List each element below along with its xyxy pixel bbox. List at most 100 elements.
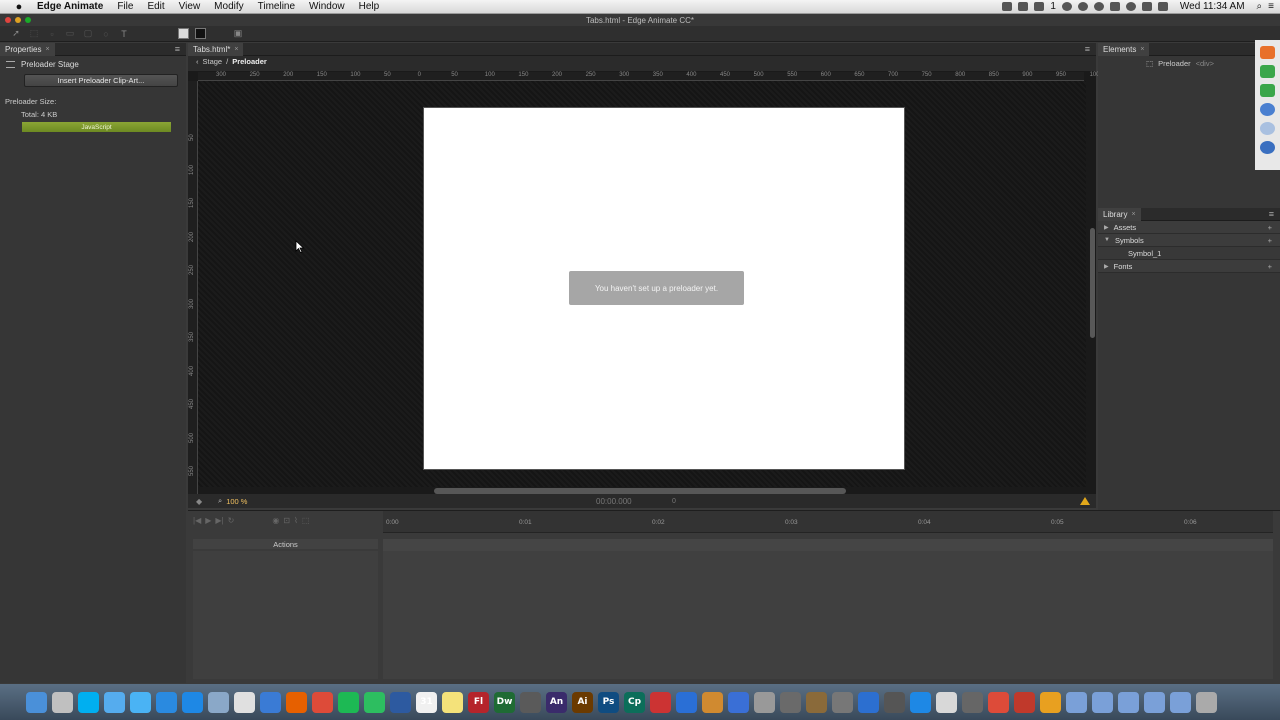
- library-section-fonts[interactable]: ▶ Fonts +: [1098, 260, 1280, 273]
- transform-tool-icon[interactable]: ⬚: [28, 28, 40, 39]
- add-icon[interactable]: +: [1268, 262, 1272, 271]
- background-color-swatch[interactable]: [178, 28, 189, 39]
- dock-sync-icon[interactable]: [260, 691, 281, 713]
- warning-icon[interactable]: [1080, 497, 1090, 505]
- volume-icon[interactable]: [1141, 2, 1152, 11]
- settings-icon[interactable]: [1260, 122, 1275, 135]
- dock-photos-icon[interactable]: [936, 691, 957, 713]
- dock-folder4-icon[interactable]: [1144, 691, 1165, 713]
- dock-dw-icon[interactable]: Dw: [494, 691, 515, 713]
- loop-icon[interactable]: ↻: [228, 516, 235, 525]
- dock-messages-icon[interactable]: [130, 691, 151, 713]
- dock-folder3-icon[interactable]: [1118, 691, 1139, 713]
- menubar-clock[interactable]: Wed 11:34 AM: [1174, 1, 1251, 12]
- only-show-animated-icon[interactable]: ⬚: [302, 516, 310, 525]
- panel-menu-icon[interactable]: ≡: [1269, 209, 1274, 219]
- dock-an-icon[interactable]: An: [546, 691, 567, 713]
- dock-cp-icon[interactable]: Cp: [624, 691, 645, 713]
- panel-menu-icon[interactable]: ≡: [175, 44, 180, 54]
- close-icon[interactable]: ×: [1140, 46, 1144, 53]
- selection-tool-icon[interactable]: ➚: [10, 28, 22, 39]
- dock-tool-icon[interactable]: [650, 691, 671, 713]
- breadcrumb-back-icon[interactable]: ‹: [196, 57, 199, 66]
- notes-icon[interactable]: [1034, 2, 1045, 11]
- autokey-icon[interactable]: ◉: [272, 516, 279, 525]
- panel-menu-icon[interactable]: ≡: [1085, 44, 1090, 54]
- stage-canvas[interactable]: You haven't set up a preloader yet.: [198, 81, 1086, 487]
- menu-app[interactable]: Edge Animate: [30, 1, 110, 12]
- zoom-control[interactable]: ⌕ 100 %: [218, 496, 247, 506]
- dock-folder5-icon[interactable]: [1170, 691, 1191, 713]
- dock-trash-icon[interactable]: [1196, 691, 1217, 713]
- stage-options-icon[interactable]: ▣: [232, 28, 244, 39]
- dock-tool3-icon[interactable]: [1040, 691, 1061, 713]
- menu-file[interactable]: File: [110, 1, 140, 12]
- refresh-icon[interactable]: [1260, 141, 1275, 154]
- dock-sublime-icon[interactable]: [520, 691, 541, 713]
- time-machine-icon[interactable]: [1093, 2, 1104, 11]
- dock-chrome-icon[interactable]: [312, 691, 333, 713]
- element-row-preloader[interactable]: ⬚ Preloader <div>: [1098, 56, 1280, 70]
- dock-fl-icon[interactable]: Fl: [468, 691, 489, 713]
- dock-system-icon[interactable]: [832, 691, 853, 713]
- dock-spotify-icon[interactable]: [338, 691, 359, 713]
- library-section-symbols[interactable]: ▼ Symbols +: [1098, 234, 1280, 247]
- dock-launchpad-icon[interactable]: [52, 691, 73, 713]
- dock-safari-icon[interactable]: [182, 691, 203, 713]
- play-icon[interactable]: ▶: [205, 516, 211, 525]
- dock-utility-icon[interactable]: [754, 691, 775, 713]
- tab-elements[interactable]: Elements ×: [1098, 42, 1150, 56]
- gear-icon[interactable]: [1077, 2, 1088, 11]
- sync-icon[interactable]: [1061, 2, 1072, 11]
- add-icon[interactable]: +: [1268, 223, 1272, 232]
- timeline-tracks[interactable]: [383, 539, 1273, 679]
- menu-edit[interactable]: Edit: [140, 1, 171, 12]
- dock-tool2-icon[interactable]: [884, 691, 905, 713]
- dock-ai-icon[interactable]: Ai: [572, 691, 593, 713]
- dock-safari2-icon[interactable]: [910, 691, 931, 713]
- dock-skype-icon[interactable]: [78, 691, 99, 713]
- tab-library[interactable]: Library ×: [1098, 207, 1141, 221]
- apple-menu-icon[interactable]: ●: [8, 1, 30, 13]
- dock-pages-icon[interactable]: [702, 691, 723, 713]
- add-icon[interactable]: +: [1268, 236, 1272, 245]
- dock-notes-icon[interactable]: [442, 691, 463, 713]
- dock-preview-icon[interactable]: [208, 691, 229, 713]
- dock-finder2-icon[interactable]: [728, 691, 749, 713]
- menu-window[interactable]: Window: [302, 1, 352, 12]
- zoom-level[interactable]: 100 %: [226, 497, 247, 506]
- easing-icon[interactable]: ⌇: [294, 516, 298, 525]
- chat-icon[interactable]: [1260, 84, 1275, 97]
- dock-ps-icon[interactable]: Ps: [598, 691, 619, 713]
- dock-dash-icon[interactable]: [1014, 691, 1035, 713]
- dock-keynote-icon[interactable]: [858, 691, 879, 713]
- ellipse-tool-icon[interactable]: ○: [100, 28, 112, 39]
- close-icon[interactable]: ×: [234, 46, 238, 53]
- dock-app-store-icon[interactable]: [156, 691, 177, 713]
- spotlight-icon[interactable]: ⌕: [1257, 1, 1263, 12]
- notification-icon[interactable]: ≡: [1268, 1, 1274, 12]
- dock-folder2-icon[interactable]: [1092, 691, 1113, 713]
- toggle-pin-icon[interactable]: ⊡: [283, 516, 290, 525]
- library-section-assets[interactable]: ▶ Assets +: [1098, 221, 1280, 234]
- text-tool-icon[interactable]: T: [118, 28, 130, 39]
- dock-settings-icon[interactable]: [962, 691, 983, 713]
- close-icon[interactable]: ×: [45, 46, 49, 53]
- dock-clock-icon[interactable]: [234, 691, 255, 713]
- dock-contacts-icon[interactable]: [806, 691, 827, 713]
- diamond-icon[interactable]: ◆: [196, 497, 202, 506]
- close-icon[interactable]: ×: [1131, 211, 1135, 218]
- menu-modify[interactable]: Modify: [207, 1, 250, 12]
- dock-finder-icon[interactable]: [26, 691, 47, 713]
- screen-icon[interactable]: [1002, 2, 1013, 11]
- rectangle-tool-icon[interactable]: ▭: [64, 28, 76, 39]
- dock-evernote-icon[interactable]: [364, 691, 385, 713]
- menu-timeline[interactable]: Timeline: [251, 1, 302, 12]
- dock-firefox-icon[interactable]: [286, 691, 307, 713]
- dock-games-icon[interactable]: [780, 691, 801, 713]
- tab-document[interactable]: Tabs.html* ×: [188, 42, 244, 56]
- breadcrumb-stage[interactable]: Stage: [203, 57, 223, 66]
- border-color-swatch[interactable]: [195, 28, 206, 39]
- vertical-scrollbar[interactable]: [1090, 228, 1095, 338]
- menu-help[interactable]: Help: [352, 1, 387, 12]
